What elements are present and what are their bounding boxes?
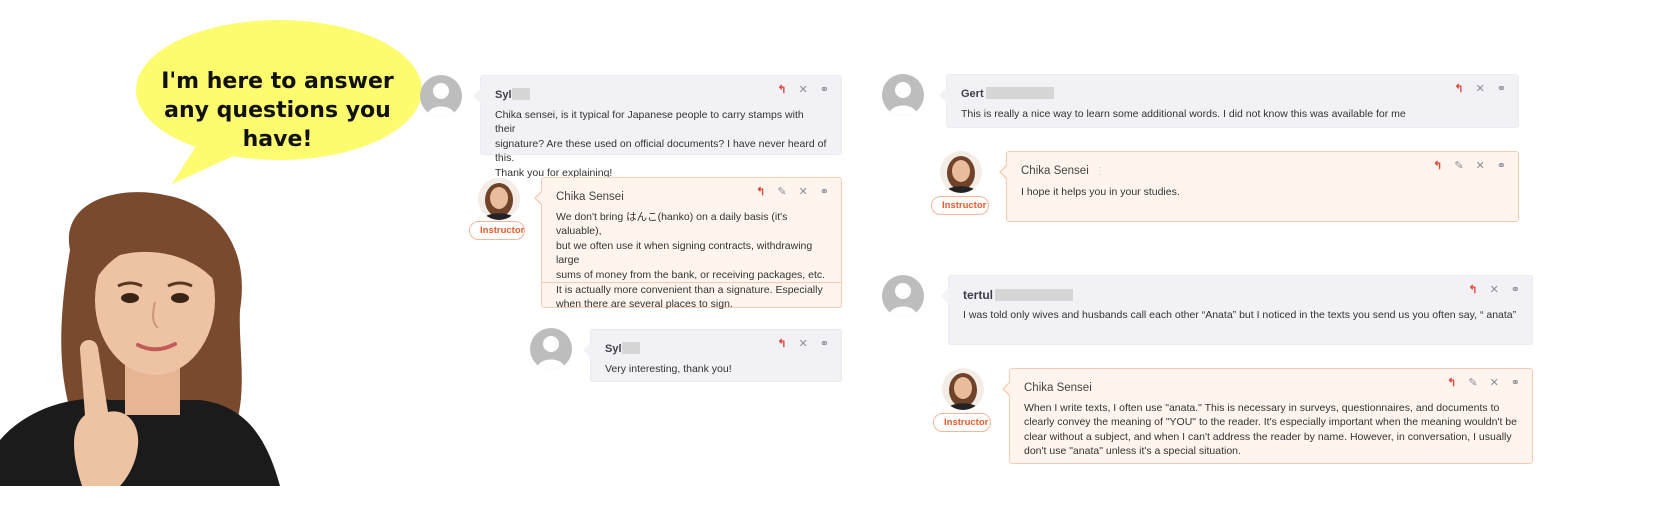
comment-author: tertul <box>963 288 1518 303</box>
link-icon[interactable]: ⚭ <box>1497 83 1506 95</box>
avatar <box>882 74 924 116</box>
comment-text: I was told only wives and husbands call … <box>963 308 1517 321</box>
link-icon[interactable]: ⚭ <box>1497 160 1506 172</box>
speech-bubble-text: I'm here to answer any questions you hav… <box>161 69 394 152</box>
link-icon[interactable]: ⚭ <box>1511 377 1520 389</box>
redaction <box>511 88 530 100</box>
reply-icon[interactable]: ↰ <box>777 84 786 96</box>
default-user-icon <box>882 74 924 116</box>
instructor-photo-icon <box>478 178 520 220</box>
edit-icon[interactable]: ✎ <box>1468 377 1477 389</box>
avatar <box>530 328 572 370</box>
instructor-badge: Instructor <box>931 196 989 215</box>
link-icon[interactable]: ⚭ <box>820 186 829 198</box>
instructor-badge: Instructor <box>933 413 991 432</box>
reply-icon[interactable]: ↰ <box>1433 160 1442 172</box>
reply-icon[interactable]: ↰ <box>777 338 786 350</box>
reply-card: ↰ ✎ ✕ ⚭ Chika Sensei We don't bring はんこ(… <box>534 177 842 310</box>
delete-icon[interactable]: ✕ <box>1490 377 1499 389</box>
link-icon[interactable]: ⚭ <box>1511 284 1520 296</box>
reply-icon[interactable]: ↰ <box>1447 377 1456 389</box>
stage: I'm here to answer any questions you hav… <box>0 0 1677 530</box>
comment-text: When I write texts, I often use "anata."… <box>1024 401 1517 458</box>
instructor-avatar <box>942 368 984 410</box>
more-options-icon[interactable]: ⋮ <box>1095 166 1105 177</box>
comment-author: Gert <box>961 87 1504 102</box>
comment-text: I hope it helps you in your studies. <box>1021 185 1180 198</box>
comment-actions: ↰ ✎ ✕ ⚭ <box>756 186 829 198</box>
comment-actions: ↰ ✕ ⚭ <box>1454 83 1506 95</box>
delete-icon[interactable]: ✕ <box>799 338 808 350</box>
comment-text: This is really a nice way to learn some … <box>961 107 1406 120</box>
comment-text: Very interesting, thank you! <box>605 362 732 375</box>
instructor-avatar <box>940 151 982 193</box>
redaction <box>995 289 1073 301</box>
instructor-avatar <box>478 178 520 220</box>
comment-actions: ↰ ✎ ✕ ⚭ <box>1447 377 1520 389</box>
instructor-photo-icon <box>940 151 982 193</box>
comment-actions: ↰ ✕ ⚭ <box>1468 284 1520 296</box>
instructor-badge: Instructor <box>469 221 525 240</box>
reply-card: ↰ ✎ ✕ ⚭ Chika Sensei ⋮ I hope it helps yo… <box>999 151 1519 222</box>
delete-icon[interactable]: ✕ <box>799 186 808 198</box>
delete-icon[interactable]: ✕ <box>1476 160 1485 172</box>
link-icon[interactable]: ⚭ <box>820 338 829 350</box>
default-user-icon <box>420 75 462 117</box>
reply-icon[interactable]: ↰ <box>1454 83 1463 95</box>
reply-icon[interactable]: ↰ <box>756 186 765 198</box>
delete-icon[interactable]: ✕ <box>1476 83 1485 95</box>
comment-card: ↰ ✕ ⚭ Syl Very interesting, thank you! <box>583 329 842 382</box>
delete-icon[interactable]: ✕ <box>1490 284 1499 296</box>
comment-card: ↰ ✕ ⚭ Syl Chika sensei, is it typical fo… <box>473 75 842 179</box>
comment-author: Chika Sensei <box>1024 382 1092 394</box>
delete-icon[interactable]: ✕ <box>799 84 808 96</box>
speech-bubble: I'm here to answer any questions you hav… <box>122 12 432 190</box>
comment-author: Chika Sensei ⋮ <box>1021 165 1105 177</box>
default-user-icon <box>530 328 572 370</box>
reply-footer <box>542 282 841 307</box>
avatar <box>882 275 924 317</box>
avatar <box>420 75 462 117</box>
reply-card: ↰ ✎ ✕ ⚭ Chika Sensei When I write texts,… <box>1002 368 1533 464</box>
edit-icon[interactable]: ✎ <box>777 186 786 198</box>
default-user-icon <box>882 275 924 317</box>
instructor-portrait <box>0 190 300 486</box>
comment-actions: ↰ ✕ ⚭ <box>777 338 829 350</box>
redaction <box>985 87 1054 99</box>
comment-actions: ↰ ✕ ⚭ <box>777 84 829 96</box>
reply-icon[interactable]: ↰ <box>1468 284 1477 296</box>
comment-text: Chika sensei, is it typical for Japanese… <box>495 108 827 179</box>
redaction <box>621 342 640 354</box>
comment-card: ↰ ✕ ⚭ tertul I was told only wives and h… <box>941 275 1533 345</box>
comment-card: ↰ ✕ ⚭ Gert This is really a nice way to … <box>939 74 1519 128</box>
edit-icon[interactable]: ✎ <box>1454 160 1463 172</box>
link-icon[interactable]: ⚭ <box>820 84 829 96</box>
comment-actions: ↰ ✎ ✕ ⚭ <box>1433 160 1506 172</box>
instructor-photo-icon <box>942 368 984 410</box>
